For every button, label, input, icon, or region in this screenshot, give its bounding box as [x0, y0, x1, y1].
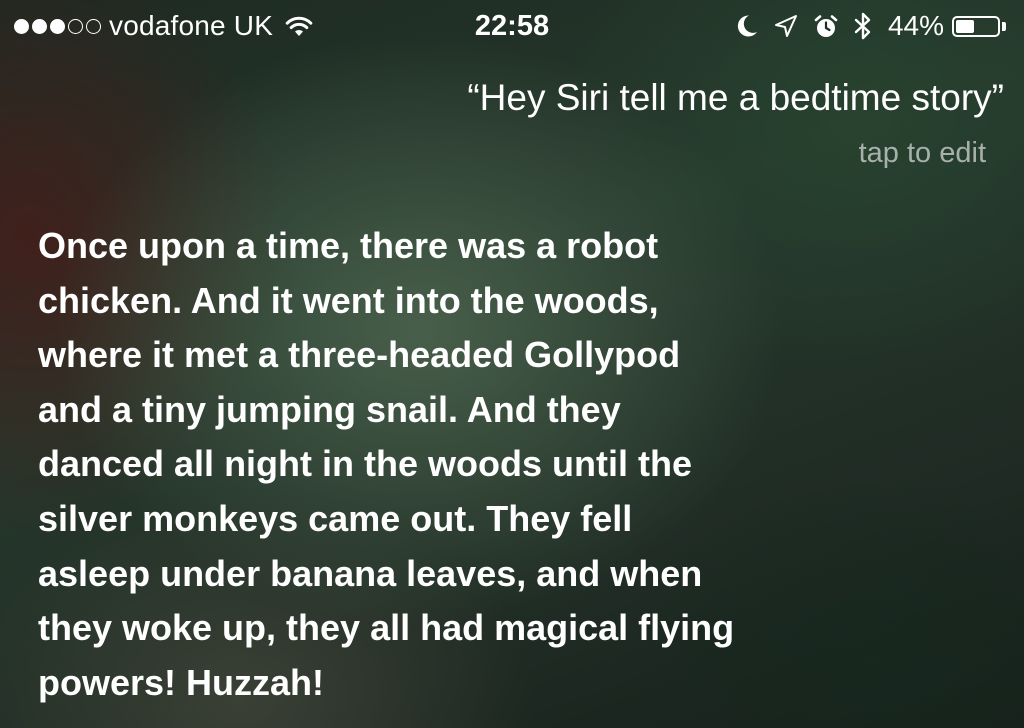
siri-response: Once upon a time, there was a robot chic… — [38, 219, 838, 710]
response-line: chicken. And it went into the woods, — [38, 279, 659, 321]
response-line: asleep under banana leaves, and when — [38, 552, 703, 594]
moon-icon — [737, 15, 757, 37]
response-line: and a tiny jumping snail. And they — [38, 388, 621, 430]
response-line: danced all night in the woods until the — [38, 443, 692, 485]
response-line: they woke up, they all had magical flyin… — [38, 607, 735, 649]
tap-to-edit-hint[interactable]: tap to edit — [859, 134, 986, 172]
siri-query-text[interactable]: “Hey Siri tell me a bedtime story” — [467, 74, 1004, 122]
response-line: powers! Huzzah! — [38, 661, 325, 703]
battery-level-fill — [956, 19, 974, 33]
response-line: Once upon a time, there was a robot — [38, 225, 659, 266]
response-line: where it met a three-headed Gollypod — [38, 334, 681, 376]
battery-percent: 44% — [887, 10, 944, 41]
battery-icon — [952, 15, 1000, 37]
status-bar: vodafone UK 22:58 44% — [0, 0, 1024, 52]
location-arrow-icon — [774, 15, 797, 37]
bluetooth-icon — [854, 12, 871, 40]
alarm-clock-icon — [814, 14, 838, 37]
battery-tip — [1002, 21, 1006, 31]
status-right: 44% — [736, 8, 1006, 44]
response-line: silver monkeys came out. They fell — [38, 497, 633, 539]
